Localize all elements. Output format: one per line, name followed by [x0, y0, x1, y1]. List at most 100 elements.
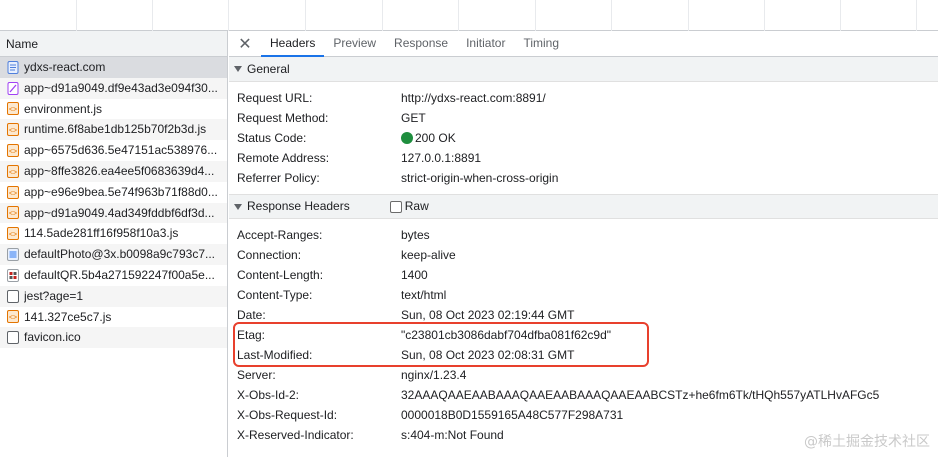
request-name: app~d91a9049.4ad349fddbf6df3d...: [24, 205, 215, 220]
script-icon: <>: [7, 144, 19, 158]
header-value[interactable]: 32AAAQAAEAABAAAQAAEAABAAAQAAEAABCSTz+he6…: [401, 385, 879, 405]
request-row[interactable]: <> 114.5ade281ff16f958f10a3.js: [0, 223, 227, 244]
generic-file-icon: [7, 331, 19, 345]
script-icon: <>: [7, 123, 19, 137]
header-row: Accept-Ranges: bytes: [229, 225, 938, 245]
header-value[interactable]: http://ydxs-react.com:8891/: [401, 88, 546, 108]
header-key: Connection:: [237, 248, 302, 262]
request-row[interactable]: <> runtime.6f8abe1db125b70f2b3d.js: [0, 119, 227, 141]
general-section-body: Request URL: http://ydxs-react.com:8891/R…: [229, 82, 938, 194]
request-row[interactable]: favicon.ico: [0, 327, 227, 349]
request-name: app~8ffe3826.ea4ee5f0683639d4...: [24, 163, 215, 178]
request-row[interactable]: app~d91a9049.df9e43ad3e094f30...: [0, 77, 227, 99]
header-key: Content-Length:: [237, 268, 324, 282]
generic-file-icon: [7, 289, 19, 303]
request-row[interactable]: <> 141.327ce5c7.js: [0, 307, 227, 328]
request-details-panel: ✕ Headers Preview Response Initiator Tim…: [229, 31, 938, 457]
header-value[interactable]: text/html: [401, 285, 446, 305]
header-key: X-Obs-Id-2:: [237, 388, 300, 402]
header-value[interactable]: GET: [401, 108, 426, 128]
header-row: Request Method: GET: [229, 108, 938, 128]
request-name: environment.js: [24, 101, 103, 116]
header-row: Referrer Policy: strict-origin-when-cross…: [229, 168, 938, 188]
collapse-triangle-icon: [234, 203, 242, 210]
header-value[interactable]: Sun, 08 Oct 2023 02:08:31 GMT: [401, 345, 574, 365]
header-key: Server:: [237, 368, 276, 382]
close-icon: ✕: [238, 35, 252, 53]
script-icon: <>: [7, 185, 19, 199]
request-name: defaultPhoto@3x.b0098a9c793c7...: [24, 247, 215, 262]
close-details-button[interactable]: ✕: [229, 31, 261, 56]
response-headers-section-header[interactable]: Response Headers Raw: [229, 194, 938, 219]
network-timeline-overview[interactable]: [0, 0, 938, 31]
tab-timing[interactable]: Timing: [514, 31, 568, 56]
header-value[interactable]: Sun, 08 Oct 2023 02:19:44 GMT: [401, 305, 574, 325]
header-key: Etag:: [237, 328, 266, 342]
header-key: X-Obs-Request-Id:: [237, 408, 338, 422]
svg-text:<>: <>: [9, 149, 17, 156]
header-key: Content-Type:: [237, 288, 313, 302]
request-row[interactable]: <> app~e96e9bea.5e74f963b71f88d0...: [0, 182, 227, 203]
svg-text:<>: <>: [9, 128, 17, 135]
response-headers-title: Response Headers: [247, 199, 350, 213]
header-value[interactable]: strict-origin-when-cross-origin: [401, 168, 558, 188]
request-name: ydxs-react.com: [24, 60, 106, 74]
image-icon: [7, 248, 19, 262]
request-name: jest?age=1: [24, 288, 84, 303]
request-row[interactable]: <> app~6575d636.5e47151ac538976...: [0, 140, 227, 161]
header-value[interactable]: 0000018B0D1559165A48C577F298A731: [401, 405, 623, 425]
raw-checkbox[interactable]: [389, 200, 402, 213]
tab-headers[interactable]: Headers: [261, 31, 325, 57]
header-value[interactable]: 1400: [401, 265, 428, 285]
tab-initiator[interactable]: Initiator: [457, 31, 514, 56]
request-name: app~e96e9bea.5e74f963b71f88d0...: [24, 184, 218, 199]
general-section-title: General: [247, 61, 290, 76]
document-icon: [7, 60, 19, 74]
header-value[interactable]: bytes: [401, 225, 430, 245]
header-row: Last-Modified: Sun, 08 Oct 2023 02:08:31 …: [229, 345, 938, 365]
header-row: Remote Address: 127.0.0.1:8891: [229, 148, 938, 168]
raw-toggle[interactable]: Raw: [389, 194, 429, 219]
svg-text:<>: <>: [9, 211, 17, 218]
tab-preview[interactable]: Preview: [324, 31, 385, 56]
script-icon: <>: [7, 164, 19, 178]
request-row[interactable]: jest?age=1: [0, 285, 227, 307]
status-ok-icon: [401, 132, 413, 144]
header-value[interactable]: "c23801cb3086dabf704dfba081f62c9d": [401, 325, 611, 345]
request-row[interactable]: <> environment.js: [0, 99, 227, 120]
svg-text:<>: <>: [9, 232, 17, 239]
request-name: app~6575d636.5e47151ac538976...: [24, 143, 218, 158]
header-row: Connection: keep-alive: [229, 245, 938, 265]
general-section-header[interactable]: General: [229, 57, 938, 82]
request-row[interactable]: ydxs-react.com: [0, 57, 227, 78]
header-row: Etag: "c23801cb3086dabf704dfba081f62c9d": [229, 325, 938, 345]
raw-label: Raw: [404, 199, 429, 213]
header-row: Date: Sun, 08 Oct 2023 02:19:44 GMT: [229, 305, 938, 325]
header-value[interactable]: 200 OK: [401, 128, 456, 148]
header-row: Server: nginx/1.23.4: [229, 365, 938, 385]
response-headers-body: Accept-Ranges: bytes Connection: keep-alive…: [229, 219, 938, 445]
request-row[interactable]: <> app~d91a9049.4ad349fddbf6df3d...: [0, 202, 227, 224]
request-row[interactable]: defaultPhoto@3x.b0098a9c793c7...: [0, 244, 227, 265]
header-value[interactable]: nginx/1.23.4: [401, 365, 466, 385]
collapse-triangle-icon: [234, 66, 242, 72]
request-row[interactable]: defaultQR.5b4a271592247f00a5e...: [0, 265, 227, 286]
header-row: Status Code: 200 OK: [229, 128, 938, 148]
request-list: ydxs-react.com app~d91a9049.df9e43ad3e094…: [0, 57, 227, 349]
header-value[interactable]: keep-alive: [401, 245, 456, 265]
header-value[interactable]: 127.0.0.1:8891: [401, 148, 481, 168]
tab-response[interactable]: Response: [385, 31, 457, 56]
svg-text:<>: <>: [9, 107, 17, 114]
svg-text:<>: <>: [9, 190, 17, 197]
request-name: app~d91a9049.df9e43ad3e094f30...: [24, 80, 218, 95]
request-name: 114.5ade281ff16f958f10a3.js: [24, 226, 179, 241]
status-code-text: 200 OK: [415, 131, 456, 145]
header-row: X-Obs-Request-Id: 0000018B0D1559165A48C57…: [229, 405, 938, 425]
header-row: Request URL: http://ydxs-react.com:8891/: [229, 88, 938, 108]
header-key: Status Code:: [237, 131, 307, 145]
script-icon: <>: [7, 310, 19, 324]
name-column-header[interactable]: Name: [0, 31, 227, 57]
request-row[interactable]: <> app~8ffe3826.ea4ee5f0683639d4...: [0, 160, 227, 182]
header-value[interactable]: s:404-m:Not Found: [401, 425, 504, 445]
request-list-panel: Name ydxs-react.com app~d91a9049.df9e43ad…: [0, 31, 228, 457]
